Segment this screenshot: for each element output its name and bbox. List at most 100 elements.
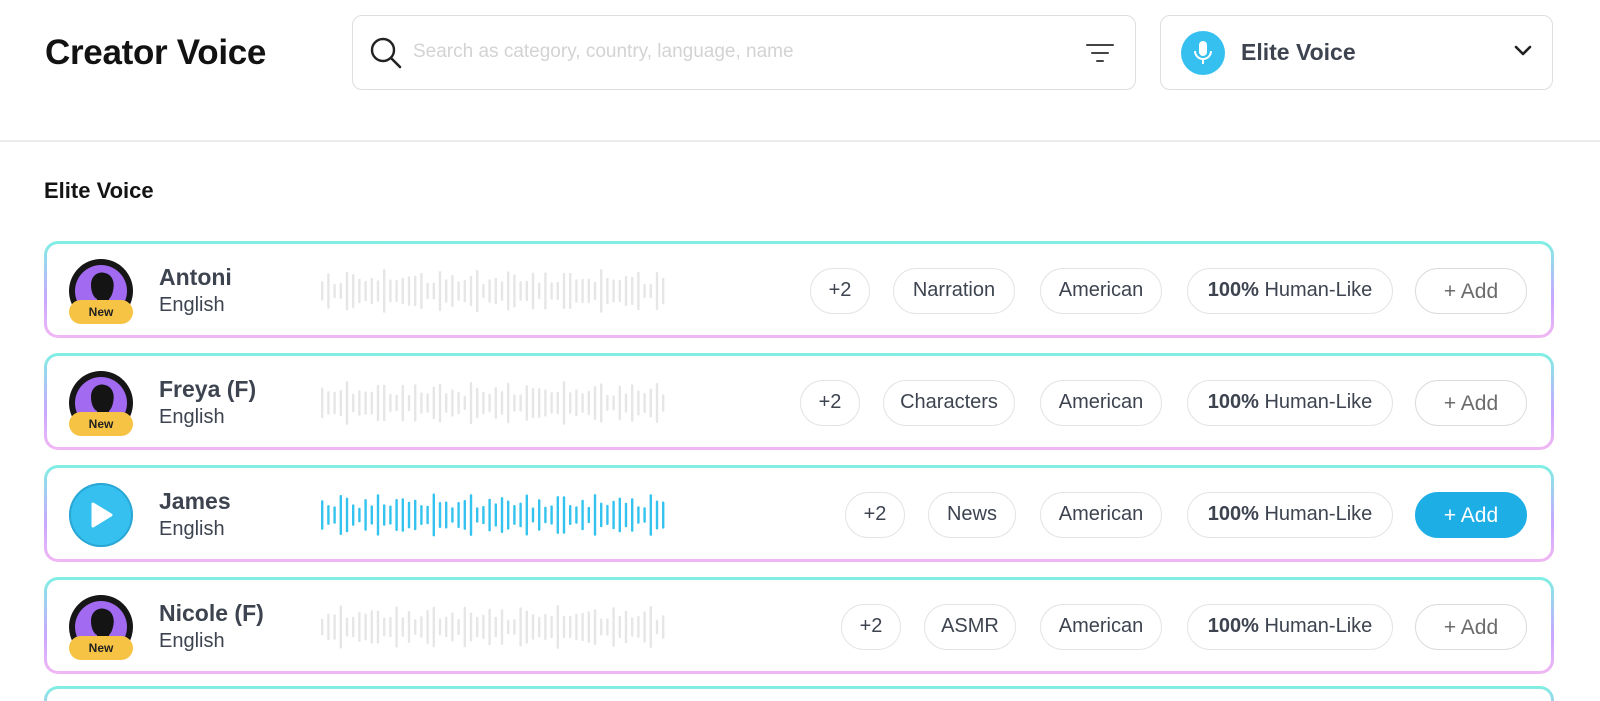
search-box[interactable] [352,15,1136,90]
waveform[interactable] [319,602,669,652]
waveform-bar [426,282,429,300]
waveform-bar [587,506,590,524]
waveform-bar [358,507,361,523]
search-icon [370,37,402,69]
waveform-bar [575,279,578,303]
waveform-bar [469,381,473,425]
waveform-bar [531,387,535,419]
section-title: Elite Voice [44,178,154,203]
humanlike-percent: 100% [1207,391,1259,413]
waveform-bar [482,283,485,299]
voice-card[interactable]: James English +2 News American 100% Human-Lik… [44,465,1554,562]
waveform-bar [389,616,392,638]
waveform-bar [600,502,603,528]
waveform-bar [463,279,466,303]
waveform-bar [352,504,355,526]
search-input[interactable] [413,32,1033,72]
waveform-bar [538,282,541,300]
waveform-bar [649,388,652,418]
waveform-bar [383,504,386,526]
voice-language: English [159,630,225,652]
extra-tags-pill[interactable]: +2 [841,604,901,650]
voice-language: English [159,406,225,428]
waveform-bar [631,276,634,305]
waveform-bar [494,616,497,638]
voice-card[interactable]: New Nicole (F) English +2 ASMR American 100% H… [44,577,1554,674]
waveform-bar [339,495,342,535]
waveform-bar [587,278,590,304]
avatar: New [69,259,133,324]
waveform-bar [519,394,522,412]
waveform-bar [457,281,460,301]
waveform-bar [507,382,510,424]
add-voice-button[interactable]: + Add [1415,492,1527,538]
waveform-bar [333,391,336,415]
waveform-bar [618,279,621,303]
humanlike-pill: 100% Human-Like [1187,268,1393,314]
humanlike-percent: 100% [1207,279,1259,301]
waveform-bar [420,616,423,638]
waveform[interactable] [319,266,669,316]
extra-tags-pill[interactable]: +2 [800,380,860,426]
waveform-bar [662,615,665,639]
new-badge: New [69,300,133,324]
waveform-bar [550,615,553,639]
extra-tags-pill[interactable]: +2 [845,492,905,538]
waveform-bar [624,275,628,307]
waveform-bar [593,386,597,420]
waveform-bar [476,507,479,523]
category-pill: ASMR [924,604,1016,650]
add-voice-button[interactable]: + Add [1415,380,1527,426]
voice-type-selected: Elite Voice [1241,39,1356,65]
accent-pill: American [1040,380,1162,426]
voice-type-dropdown[interactable]: Elite Voice [1160,15,1553,90]
waveform-bar [389,394,392,412]
waveform-bar [494,503,497,527]
waveform[interactable] [319,378,669,428]
add-voice-button[interactable]: + Add [1415,604,1527,650]
waveform-bar [370,610,373,644]
waveform-bar [432,606,435,648]
waveform-bar [420,272,423,309]
waveform-bar [488,279,491,303]
waveform-bar [414,384,417,422]
waveform-bar [445,501,448,529]
waveform-bar [500,609,504,645]
waveform-bar [426,393,429,413]
waveform-bar [643,507,646,523]
waveform-bar [345,271,349,311]
category-pill: Narration [893,268,1015,314]
waveform-bar [407,610,411,643]
waveform-bar [662,277,665,305]
waveform-bar [624,393,628,413]
waveform-bar [550,392,553,414]
waveform-bar [451,612,454,642]
waveform-bar [562,615,566,639]
new-badge: New [69,636,133,660]
extra-tags-pill[interactable]: +2 [810,268,870,314]
filter-icon[interactable] [1085,41,1115,65]
waveform-bar [581,278,584,303]
play-button[interactable] [69,483,133,547]
waveform[interactable] [319,490,669,540]
waveform-bar [476,616,479,638]
waveform-bar [327,613,330,641]
chevron-down-icon [1514,45,1532,56]
waveform-bar [606,277,609,305]
waveform-bar [488,608,491,646]
waveform-bar [445,616,448,638]
voice-card[interactable]: New Antoni English +2 Narration American 100% … [44,241,1554,338]
waveform-bar [364,499,367,531]
humanlike-pill: 100% Human-Like [1187,492,1393,538]
add-voice-button[interactable]: + Add [1415,268,1527,314]
waveform-bar [395,606,398,648]
waveform-bar [451,389,454,417]
waveform-bar [637,390,640,416]
waveform-bar [376,610,380,644]
voice-card[interactable]: New Freya (F) English +2 Characters American 1… [44,353,1554,450]
waveform-bar [339,605,342,649]
waveform-bar [569,392,572,414]
waveform-bar [389,505,392,525]
waveform-bar [463,606,466,648]
waveform-bar [500,497,504,533]
